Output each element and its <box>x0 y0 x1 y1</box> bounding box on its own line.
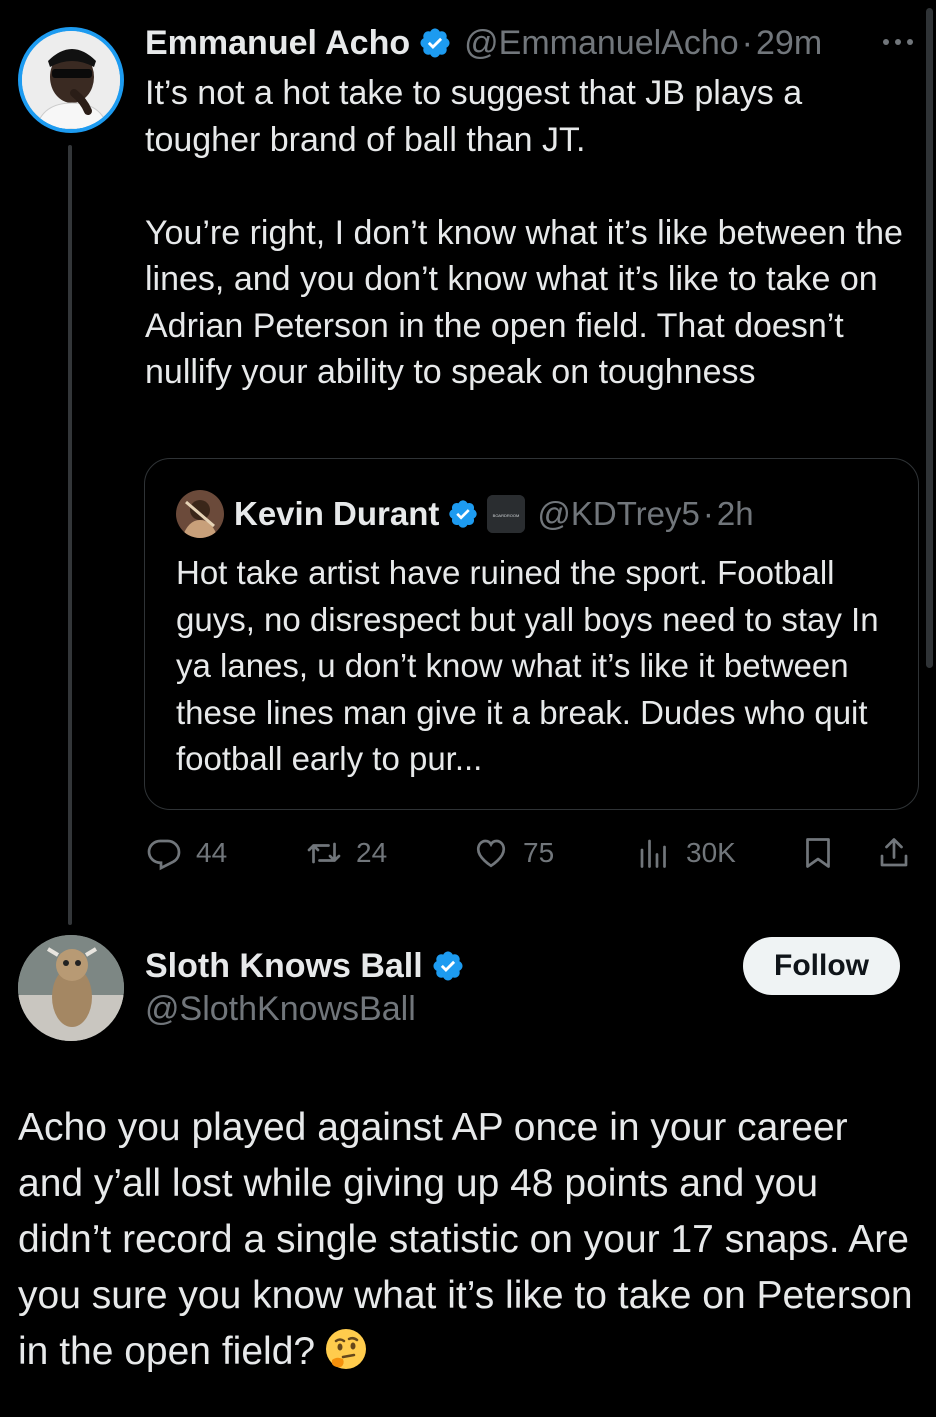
views-count: 30K <box>686 837 736 868</box>
reply-icon <box>147 839 181 871</box>
bookmark-icon <box>806 838 830 868</box>
quoted-timestamp: 2h <box>716 495 754 532</box>
reply-text-body: Acho you played against AP once in your … <box>18 1106 913 1373</box>
reply-tweet-header: Sloth Knows Ball <box>145 944 465 988</box>
tweet-text: It’s not a hot take to suggest that JB p… <box>145 74 903 391</box>
repost-button[interactable]: 24 <box>306 830 387 876</box>
share-icon <box>880 838 908 867</box>
tweet-actions-bar: 44 24 75 30K <box>146 830 916 876</box>
affiliate-badge-icon: BOARDROOM <box>487 495 526 533</box>
like-count: 75 <box>523 837 555 868</box>
repost-count: 24 <box>356 837 388 868</box>
follow-button[interactable]: Follow <box>743 937 900 995</box>
thread-connector-line <box>68 145 72 925</box>
handle[interactable]: @EmmanuelAcho <box>464 24 739 63</box>
reply-avatar[interactable] <box>18 935 124 1041</box>
reply-button[interactable]: 44 <box>146 830 227 876</box>
views-button[interactable]: 30K <box>636 830 736 876</box>
thinking-face-emoji-icon <box>323 1326 369 1372</box>
quoted-avatar <box>176 490 224 538</box>
reply-handle[interactable]: @SlothKnowsBall <box>145 990 416 1029</box>
quoted-tweet-text: Hot take artist have ruined the sport. F… <box>176 554 879 777</box>
share-button[interactable] <box>876 830 912 876</box>
verified-badge-icon <box>431 949 465 983</box>
affiliate-badge-text: BOARDROOM <box>493 513 520 518</box>
verified-badge-icon <box>418 26 452 60</box>
reply-tweet-text: Acho you played against AP once in your … <box>18 1100 918 1380</box>
reply-count: 44 <box>196 837 228 868</box>
tweet-header: Emmanuel Acho @EmmanuelAcho · 29m <box>145 22 822 64</box>
views-chart-icon <box>640 839 666 868</box>
quoted-handle: @KDTrey5 <box>537 495 700 532</box>
scrollbar[interactable] <box>926 8 933 668</box>
display-name[interactable]: Emmanuel Acho <box>145 24 410 63</box>
verified-badge-icon <box>447 498 479 530</box>
timestamp[interactable]: 29m <box>756 24 822 63</box>
more-horizontal-icon[interactable] <box>878 28 918 56</box>
avatar-photo <box>22 31 120 129</box>
quoted-tweet-header: Kevin Durant BOARDROOM @KDTrey5 · 2h <box>234 493 754 535</box>
separator: · <box>741 23 753 62</box>
quoted-display-name: Kevin Durant <box>234 495 440 532</box>
heart-icon <box>476 839 506 868</box>
avatar[interactable] <box>18 27 124 133</box>
reply-display-name[interactable]: Sloth Knows Ball <box>145 947 423 986</box>
bookmark-button[interactable] <box>800 830 836 876</box>
separator: · <box>702 495 714 532</box>
avatar-photo <box>18 935 124 1041</box>
repost-icon <box>307 842 341 864</box>
like-button[interactable]: 75 <box>473 830 554 876</box>
